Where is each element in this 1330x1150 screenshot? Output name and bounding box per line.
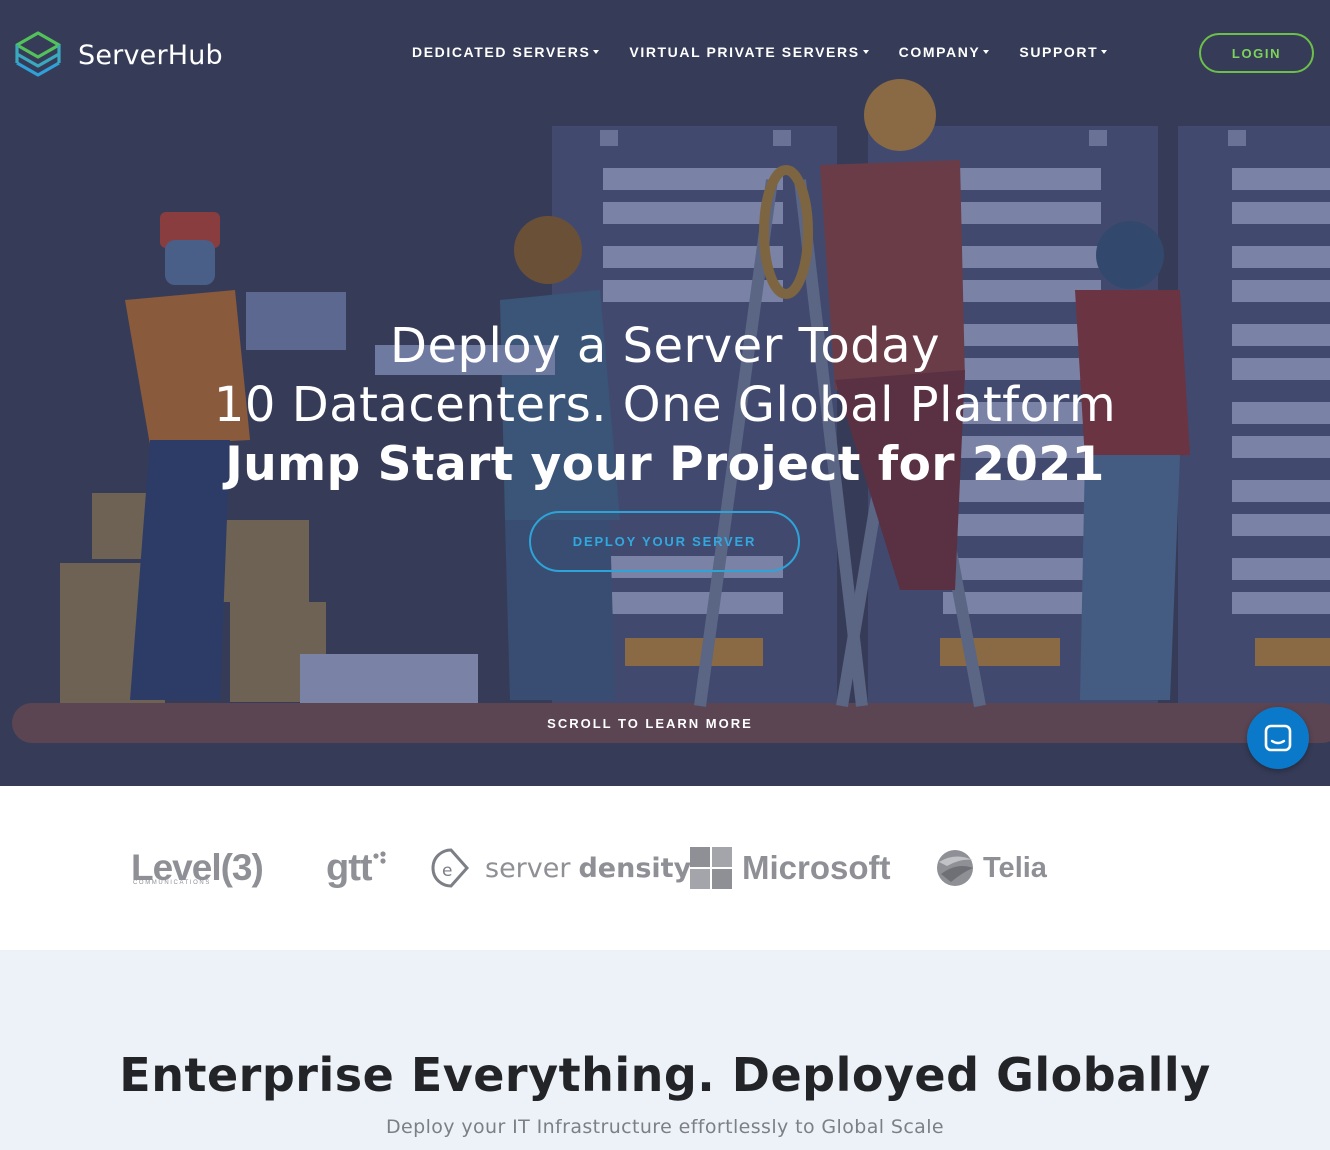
serverdensity-mark-icon: e (431, 848, 470, 888)
partner-logo-telia: Telia (935, 786, 1047, 950)
caret-down-icon (593, 50, 600, 54)
partner-logo-level3: Level(3) COMMUNICATIONS (131, 786, 264, 950)
section-title: Enterprise Everything. Deployed Globally (119, 1048, 1211, 1102)
hero-subheadline: 10 Datacenters. One Global Platform (213, 377, 1117, 433)
partner-logos-strip: Level(3) COMMUNICATIONS gtt e server den… (0, 786, 1330, 950)
partner-subtext: COMMUNICATIONS (133, 880, 211, 886)
partner-name: gtt (326, 846, 373, 889)
main-nav: DEDICATED SERVERS VIRTUAL PRIVATE SERVER… (412, 44, 1137, 60)
nav-support[interactable]: SUPPORT (1019, 44, 1108, 60)
nav-item-label: VIRTUAL PRIVATE SERVERS (629, 44, 860, 60)
nav-company[interactable]: COMPANY (899, 44, 990, 60)
gtt-dots-icon (372, 851, 386, 864)
hero-section: ServerHub DEDICATED SERVERS VIRTUAL PRIV… (0, 0, 1330, 786)
partner-name-bold: density (578, 852, 692, 884)
enterprise-section: Enterprise Everything. Deployed Globally… (0, 950, 1330, 1150)
partner-name: Microsoft (742, 849, 891, 886)
brand-logo[interactable]: ServerHub (14, 30, 223, 80)
telia-orb-icon (937, 850, 973, 886)
caret-down-icon (862, 50, 869, 54)
login-button[interactable]: LOGIN (1199, 33, 1314, 73)
svg-text:e: e (442, 861, 452, 881)
hero-headline: Deploy a Server Today (390, 318, 940, 374)
partner-logo-serverdensity: e server density (427, 786, 691, 950)
caret-down-icon (1101, 50, 1108, 54)
partner-name-light: server (485, 852, 571, 884)
partner-name: Telia (983, 851, 1047, 884)
section-subtitle: Deploy your IT Infrastructure effortless… (386, 1116, 944, 1138)
brand-name: ServerHub (78, 39, 223, 71)
nav-virtual-private-servers[interactable]: VIRTUAL PRIVATE SERVERS (629, 44, 869, 60)
chat-icon (1264, 724, 1292, 752)
nav-item-label: COMPANY (898, 44, 981, 60)
nav-item-label: DEDICATED SERVERS (412, 44, 591, 60)
scroll-to-learn-more-link[interactable]: SCROLL TO LEARN MORE (0, 716, 1300, 731)
nav-dedicated-servers[interactable]: DEDICATED SERVERS (412, 44, 600, 60)
partner-logo-microsoft: Microsoft (690, 786, 891, 950)
nav-item-label: SUPPORT (1019, 44, 1099, 60)
deploy-server-button[interactable]: DEPLOY YOUR SERVER (529, 511, 800, 572)
chat-launcher-button[interactable] (1247, 707, 1309, 769)
caret-down-icon (983, 50, 990, 54)
top-navigation-bar: ServerHub DEDICATED SERVERS VIRTUAL PRIV… (0, 0, 1330, 105)
partner-logo-gtt: gtt (326, 786, 390, 950)
serverhub-logo-icon (15, 31, 61, 77)
hero-tagline: Jump Start your Project for 2021 (225, 437, 1105, 492)
microsoft-windows-icon (690, 847, 732, 889)
